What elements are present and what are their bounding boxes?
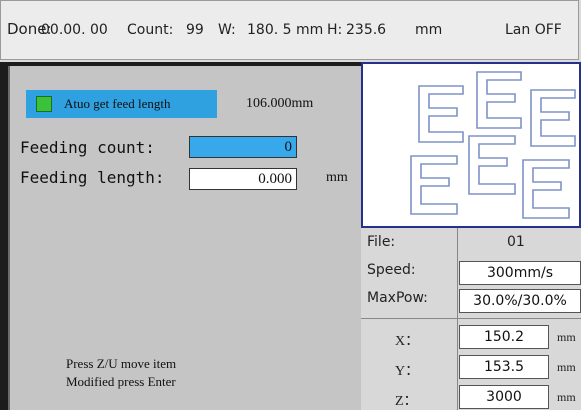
z-value: 3000 [459,385,549,409]
feeding-length-field[interactable]: 0.000 [189,168,297,190]
width-label: W: [218,22,236,38]
job-preview [361,62,581,228]
auto-feed-label: Atuo get feed length [64,96,171,111]
preview-letter-shape [410,155,458,215]
speed-value: 300mm/s [459,261,581,285]
x-unit: mm [557,330,576,344]
count-label: Count: [127,22,174,38]
maxpow-value: 30.0%/30.0% [459,289,581,313]
lan-status: Lan OFF [505,22,562,38]
preview-letter-shape [530,89,576,147]
hint-modify-enter: Modified press Enter [66,374,176,389]
preview-letter-shape [418,85,464,143]
file-label: File: [367,234,396,250]
divider [457,228,458,410]
hint-move-item: Press Z/U move item [66,356,177,371]
feed-settings-body: Atuo get feed length 106.000mm Feeding c… [8,66,361,410]
z-unit: mm [557,390,576,404]
feeding-length-label: Feeding length: [20,168,165,187]
job-preview-graphic [410,71,576,219]
preview-letter-shape [468,135,516,195]
job-info-panel: File: 01 Speed: 300mm/s MaxPow: 30.0%/30… [361,228,581,410]
y-unit: mm [557,360,576,374]
preview-letter-shape [522,159,570,219]
count-value: 99 [186,22,204,38]
x-label: X： [395,334,420,349]
z-label: Z： [395,394,418,409]
speed-label: Speed: [367,262,416,278]
auto-feed-option[interactable]: Atuo get feed length [26,90,217,118]
y-value: 153.5 [459,355,549,379]
divider [361,318,581,319]
feeding-count-field[interactable]: 0 [189,136,297,158]
feed-settings-panel: Atuo get feed length 106.000mm Feeding c… [0,62,361,410]
auto-feed-length-value: 106.000mm [246,96,314,111]
preview-letter-shape [476,71,522,129]
file-value: 01 [507,234,525,250]
feeding-count-label: Feeding count: [20,138,155,157]
y-label: Y： [395,364,420,379]
height-label: H: [327,22,343,38]
x-value: 150.2 [459,325,549,349]
done-value: 00.00. 00 [41,22,108,38]
width-value: 180. 5 mm [247,22,324,38]
height-value: 235.6 [346,22,387,38]
feeding-length-unit: mm [326,170,348,185]
maxpow-label: MaxPow: [367,290,428,306]
status-bar: Done: 00.00. 00 Count: 99 W: 180. 5 mm H… [0,0,579,60]
auto-feed-checkbox[interactable] [36,96,52,112]
height-unit: mm [415,22,443,38]
